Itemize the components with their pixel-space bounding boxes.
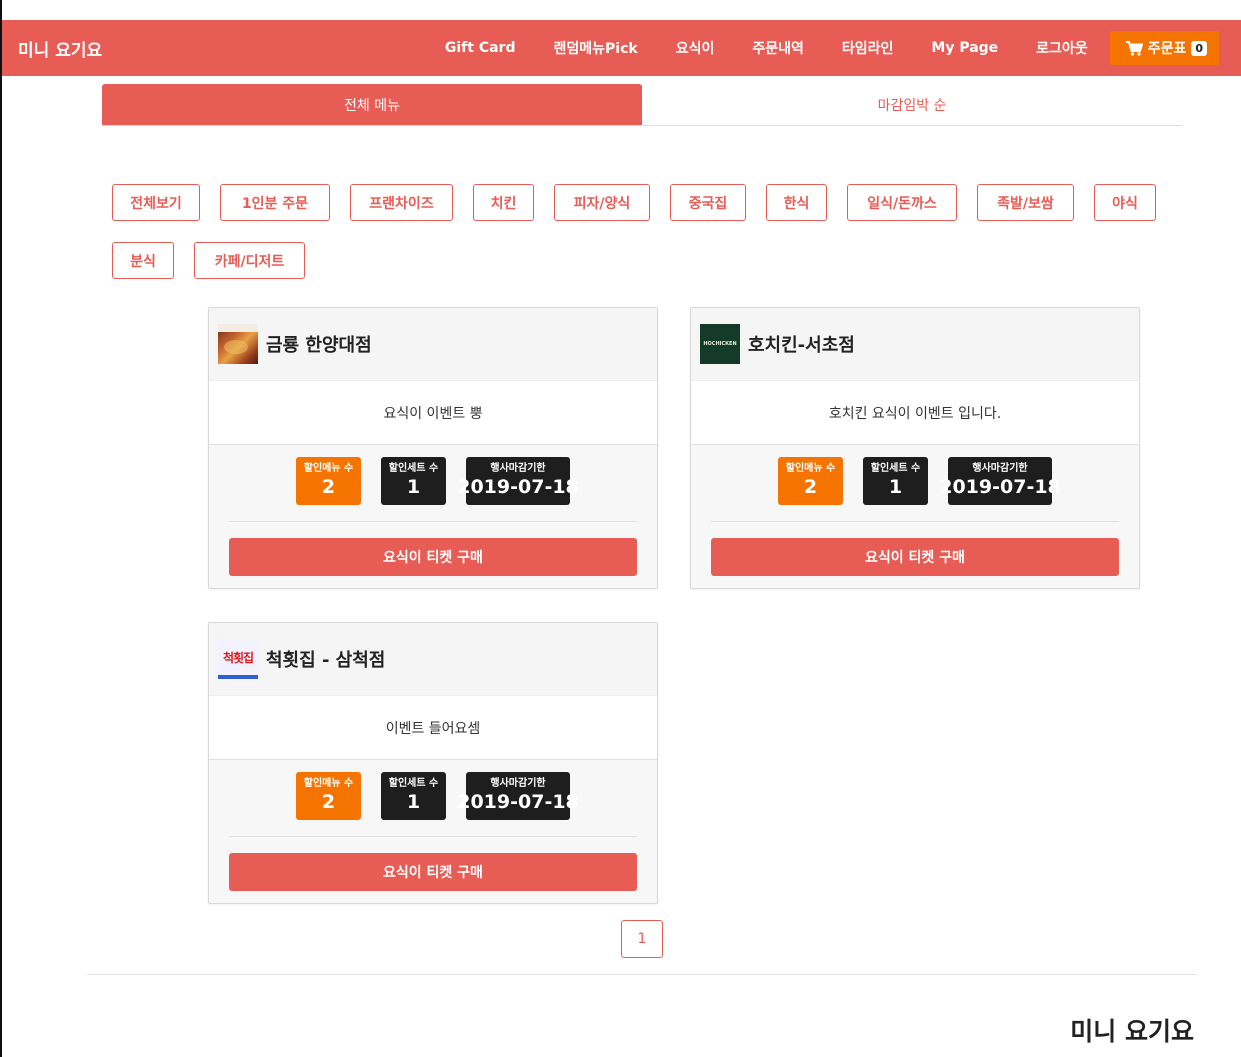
pagination-page-1[interactable]: 1 — [621, 920, 663, 958]
tab-all-menu[interactable]: 전체 메뉴 — [102, 84, 642, 125]
store-card-header: HOCHICKEN 호치킨-서초점 — [691, 308, 1139, 381]
stat-value: 2019-07-18 — [457, 476, 579, 498]
store-stats: 할인메뉴 수 2 할인세트 수 1 행사마감기한 2019-07-18 — [229, 457, 637, 505]
category-snack[interactable]: 분식 — [112, 242, 174, 279]
store-card: 척횟집 척횟집 - 삼척점 이벤트 들어요셈 할인메뉴 수 2 할인세트 수 1… — [208, 622, 658, 904]
stat-value: 2019-07-18 — [939, 476, 1061, 498]
nav-gift-card[interactable]: Gift Card — [426, 40, 535, 56]
stat-value: 1 — [888, 476, 903, 498]
store-card: 금룡 한양대점 요식이 이벤트 뿡 할인메뉴 수 2 할인세트 수 1 행사마감… — [208, 307, 658, 589]
store-card-header: 척횟집 척횟집 - 삼척점 — [209, 623, 657, 696]
stat-value: 1 — [406, 791, 421, 813]
stat-value: 2 — [321, 791, 336, 813]
discount-menu-count-badge: 할인메뉴 수 2 — [296, 457, 361, 505]
stat-value: 2 — [321, 476, 336, 498]
nav-my-page[interactable]: My Page — [912, 40, 1017, 56]
nav-logout[interactable]: 로그아웃 — [1017, 38, 1107, 58]
stat-label: 행사마감기한 — [972, 463, 1028, 474]
discount-set-count-badge: 할인세트 수 1 — [381, 772, 446, 820]
store-card: HOCHICKEN 호치킨-서초점 호치킨 요식이 이벤트 입니다. 할인메뉴 … — [690, 307, 1140, 589]
store-name[interactable]: 금룡 한양대점 — [266, 331, 372, 357]
stat-value: 2019-07-18 — [457, 791, 579, 813]
cart-button[interactable]: 주문표 0 — [1109, 31, 1219, 65]
category-franchise[interactable]: 프랜차이즈 — [350, 184, 453, 221]
nav-timeline[interactable]: 타임라인 — [823, 38, 913, 58]
store-description: 요식이 이벤트 뿡 — [209, 381, 657, 445]
stat-value: 2 — [803, 476, 818, 498]
buy-ticket-button[interactable]: 요식이 티켓 구매 — [711, 538, 1119, 576]
category-cafe-dessert[interactable]: 카페/디저트 — [194, 242, 305, 279]
menu-tabs: 전체 메뉴 마감임박 순 — [102, 84, 1182, 126]
window-edge — [0, 0, 2, 1057]
divider — [229, 836, 637, 837]
store-logo-text: 척횟집 — [222, 650, 254, 665]
top-navbar: 미니 요기요 Gift Card 랜덤메뉴Pick 요식이 주문내역 타임라인 … — [2, 20, 1241, 76]
stat-label: 행사마감기한 — [490, 463, 546, 474]
category-single-serving[interactable]: 1인분 주문 — [220, 184, 330, 221]
discount-menu-count-badge: 할인메뉴 수 2 — [296, 772, 361, 820]
nav-menu: Gift Card 랜덤메뉴Pick 요식이 주문내역 타임라인 My Page… — [426, 20, 1241, 76]
divider — [229, 521, 637, 522]
store-card-header: 금룡 한양대점 — [209, 308, 657, 381]
stat-label: 할인메뉴 수 — [303, 463, 354, 474]
category-all[interactable]: 전체보기 — [112, 184, 200, 221]
stat-label: 행사마감기한 — [490, 778, 546, 789]
category-filter: 전체보기 1인분 주문 프랜차이즈 치킨 피자/양식 중국집 한식 일식/돈까스… — [112, 184, 1172, 279]
store-stats: 할인메뉴 수 2 할인세트 수 1 행사마감기한 2019-07-18 — [711, 457, 1119, 505]
discount-menu-count-badge: 할인메뉴 수 2 — [778, 457, 843, 505]
event-deadline-badge: 행사마감기한 2019-07-18 — [457, 772, 579, 820]
footer-brand: 미니 요기요 — [1070, 1017, 1194, 1046]
divider — [711, 521, 1119, 522]
store-name[interactable]: 척횟집 - 삼척점 — [266, 646, 385, 672]
nav-yosiki[interactable]: 요식이 — [657, 38, 734, 58]
shopping-cart-icon — [1125, 40, 1143, 56]
stat-label: 할인세트 수 — [870, 463, 921, 474]
event-deadline-badge: 행사마감기한 2019-07-18 — [939, 457, 1061, 505]
stat-label: 할인메뉴 수 — [303, 778, 354, 789]
store-logo-image: 척횟집 — [218, 639, 258, 679]
discount-set-count-badge: 할인세트 수 1 — [381, 457, 446, 505]
stat-label: 할인세트 수 — [388, 778, 439, 789]
nav-order-history[interactable]: 주문내역 — [733, 38, 823, 58]
category-korean[interactable]: 한식 — [766, 184, 827, 221]
store-description: 호치킨 요식이 이벤트 입니다. — [691, 381, 1139, 445]
brand-logo[interactable]: 미니 요기요 — [2, 36, 102, 61]
event-deadline-badge: 행사마감기한 2019-07-18 — [457, 457, 579, 505]
buy-ticket-button[interactable]: 요식이 티켓 구매 — [229, 853, 637, 891]
tab-deadline-order[interactable]: 마감임박 순 — [642, 84, 1182, 125]
footer-divider — [87, 974, 1197, 975]
store-description: 이벤트 들어요셈 — [209, 696, 657, 760]
stat-label: 할인세트 수 — [388, 463, 439, 474]
store-card-footer: 할인메뉴 수 2 할인세트 수 1 행사마감기한 2019-07-18 요식이 … — [691, 445, 1139, 576]
store-stats: 할인메뉴 수 2 할인세트 수 1 행사마감기한 2019-07-18 — [229, 772, 637, 820]
nav-random-menu-pick[interactable]: 랜덤메뉴Pick — [534, 38, 656, 58]
store-card-footer: 할인메뉴 수 2 할인세트 수 1 행사마감기한 2019-07-18 요식이 … — [209, 445, 657, 576]
store-name[interactable]: 호치킨-서초점 — [748, 331, 855, 357]
store-logo-text: HOCHICKEN — [703, 341, 737, 347]
store-logo-image: HOCHICKEN — [700, 324, 740, 364]
category-jokbal-bossam[interactable]: 족발/보쌈 — [977, 184, 1074, 221]
category-chicken[interactable]: 치킨 — [473, 184, 534, 221]
category-japanese-donkatsu[interactable]: 일식/돈까스 — [847, 184, 957, 221]
stat-label: 할인메뉴 수 — [785, 463, 836, 474]
discount-set-count-badge: 할인세트 수 1 — [863, 457, 928, 505]
category-chinese[interactable]: 중국집 — [670, 184, 746, 221]
store-logo-image — [218, 324, 258, 364]
category-pizza-western[interactable]: 피자/양식 — [554, 184, 650, 221]
stat-value: 1 — [406, 476, 421, 498]
cart-count-badge: 0 — [1191, 40, 1207, 56]
store-card-footer: 할인메뉴 수 2 할인세트 수 1 행사마감기한 2019-07-18 요식이 … — [209, 760, 657, 891]
buy-ticket-button[interactable]: 요식이 티켓 구매 — [229, 538, 637, 576]
category-late-night[interactable]: 야식 — [1094, 184, 1156, 221]
cart-label: 주문표 — [1147, 41, 1187, 57]
